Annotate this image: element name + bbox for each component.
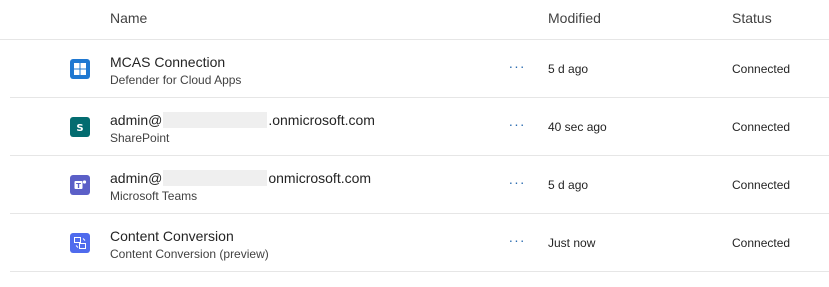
table-header: Name Modified Status xyxy=(0,0,829,40)
account-prefix: admin@ xyxy=(110,170,163,186)
row-subtitle: Content Conversion (preview) xyxy=(110,247,269,261)
sharepoint-icon: S xyxy=(70,117,90,137)
redacted-block xyxy=(163,112,268,128)
column-header-status[interactable]: Status xyxy=(732,10,772,26)
svg-text:S: S xyxy=(76,123,83,134)
row-modified: 5 d ago xyxy=(548,178,589,192)
column-header-modified[interactable]: Modified xyxy=(548,10,601,26)
row-title[interactable]: admin@ .onmicrosoft.com xyxy=(110,112,375,128)
account-prefix: admin@ xyxy=(110,112,163,128)
table-row[interactable]: T admin@ onmicrosoft.com Microsoft Teams … xyxy=(10,156,829,214)
row-status: Connected xyxy=(732,178,791,192)
row-subtitle: Microsoft Teams xyxy=(110,189,198,203)
account-suffix: onmicrosoft.com xyxy=(268,170,372,186)
row-title[interactable]: Content Conversion xyxy=(110,228,234,244)
row-subtitle: SharePoint xyxy=(110,131,170,145)
more-options-button[interactable]: ··· xyxy=(505,232,529,250)
svg-text:T: T xyxy=(76,182,81,190)
more-options-button[interactable]: ··· xyxy=(505,58,529,76)
table-row[interactable]: S admin@ .onmicrosoft.com SharePoint ··· … xyxy=(10,98,829,156)
row-modified: 5 d ago xyxy=(548,62,589,76)
redacted-block xyxy=(163,170,268,186)
account-suffix: .onmicrosoft.com xyxy=(268,112,375,128)
row-status: Connected xyxy=(732,236,791,250)
connections-table: Name Modified Status MCAS Connection Def… xyxy=(0,0,829,287)
row-subtitle: Defender for Cloud Apps xyxy=(110,73,242,87)
row-status: Connected xyxy=(732,120,791,134)
microsoft-teams-icon: T xyxy=(70,175,90,195)
more-options-button[interactable]: ··· xyxy=(505,174,529,192)
defender-cloud-apps-icon xyxy=(70,59,90,79)
row-title[interactable]: admin@ onmicrosoft.com xyxy=(110,170,371,186)
row-title[interactable]: MCAS Connection xyxy=(110,54,225,70)
table-row[interactable]: MCAS Connection Defender for Cloud Apps … xyxy=(10,40,829,98)
row-modified: 40 sec ago xyxy=(548,120,607,134)
table-row[interactable]: Content Conversion Content Conversion (p… xyxy=(10,214,829,272)
content-conversion-icon xyxy=(70,233,90,253)
column-header-name[interactable]: Name xyxy=(110,10,147,26)
more-options-button[interactable]: ··· xyxy=(505,116,529,134)
row-status: Connected xyxy=(732,62,791,76)
row-modified: Just now xyxy=(548,236,596,250)
